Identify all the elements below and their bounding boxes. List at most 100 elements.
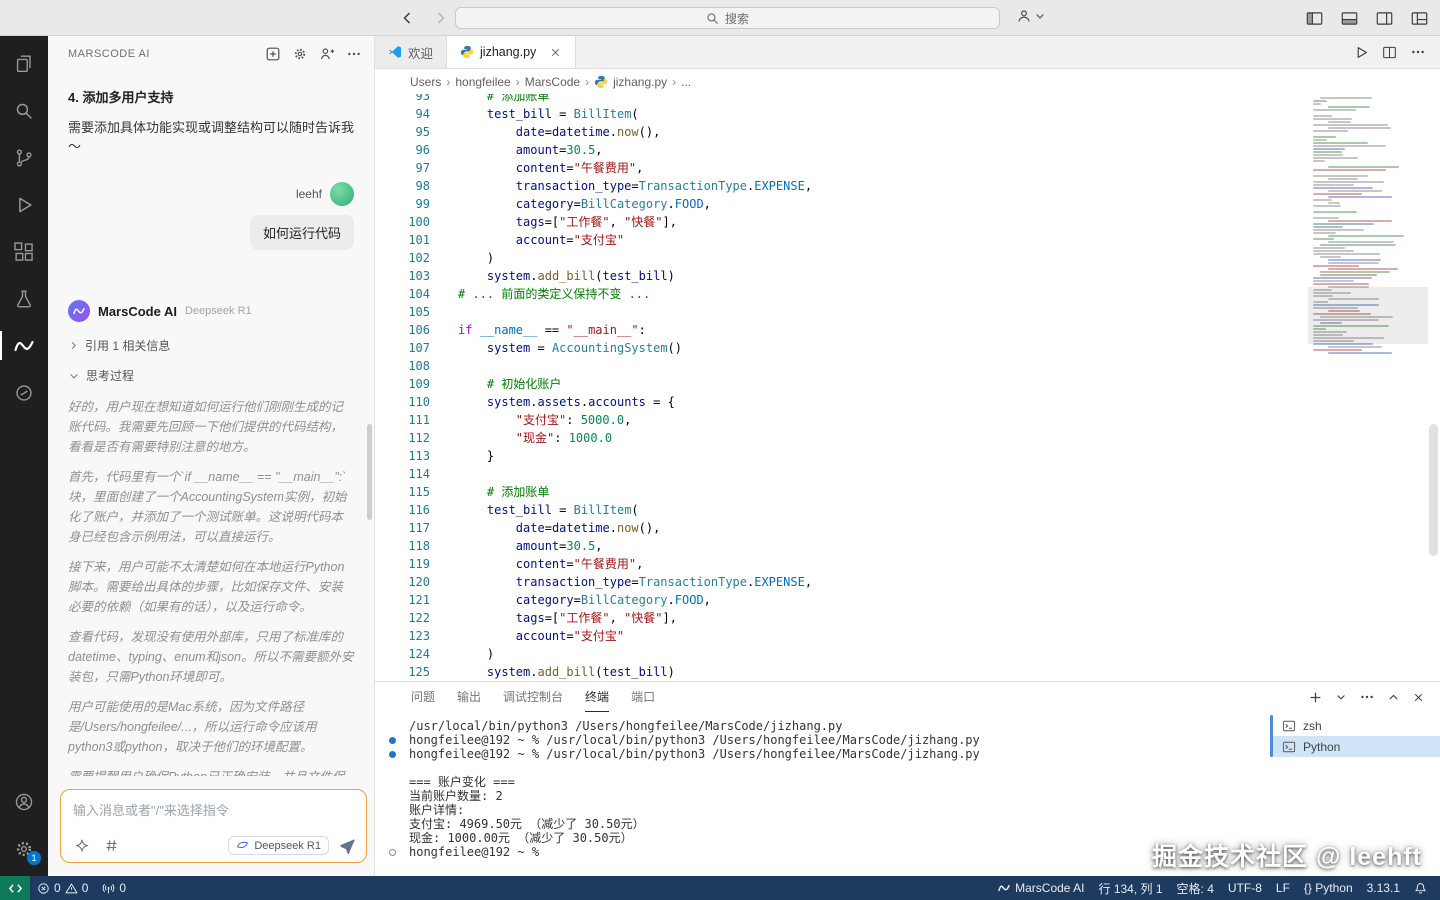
breadcrumb-item[interactable]: hongfeilee [455,75,510,89]
terminal-text: hongfeilee@192 ~ % [409,845,539,859]
tab-欢迎[interactable]: 欢迎 [375,36,447,68]
eol[interactable]: LF [1269,876,1297,900]
terminal-label: zsh [1303,719,1322,733]
activity-item-source-control[interactable] [0,134,48,181]
breadcrumb-item[interactable]: Users [410,75,441,89]
person-add-icon[interactable] [319,46,335,62]
line-number: 115 [375,483,430,501]
close-tab-icon[interactable] [549,46,562,59]
code-text: amount=30.5, [430,537,603,555]
code-line: 123 account="支付宝" [375,627,1308,645]
thinking-paragraph: 用户可能使用的是Mac系统，因为文件路径是/Users/hongfeilee/.… [68,697,354,757]
breadcrumb-item[interactable]: MarsCode [525,75,580,89]
chevron-down-icon[interactable] [1335,691,1347,703]
editor-scrollbar[interactable] [1429,424,1438,556]
code-line: 113 } [375,447,1308,465]
panel-tab-终端[interactable]: 终端 [585,682,609,712]
panel-tab-调试控制台[interactable]: 调试控制台 [503,682,563,712]
code-line: 116 test_bill = BillItem( [375,501,1308,519]
activity-item-marscode[interactable] [0,322,48,369]
cursor-position[interactable]: 行 134, 列 1 [1092,876,1170,900]
activity-item-explorer[interactable] [0,40,48,87]
terminal-text: hongfeilee@192 ~ % /usr/local/bin/python… [409,733,980,747]
panel-tab-输出[interactable]: 输出 [457,682,481,712]
customize-layout-button[interactable] [1406,6,1432,30]
split-editor-icon[interactable] [1382,45,1397,60]
sidebar-scrollbar[interactable] [367,424,372,520]
chat-input[interactable]: 输入消息或者"/"来选择指令 Deepseek R1 [60,789,367,863]
new-chat-icon[interactable] [265,46,281,62]
code-line: 94 test_bill = BillItem( [375,105,1308,123]
bottom-panel: 问题输出调试控制台终端端口 /usr/local/bin/python3 /Us… [375,681,1440,876]
code-text: ) [430,645,494,663]
python-interpreter[interactable]: 3.13.1 [1360,876,1407,900]
language-mode[interactable]: {} Python [1297,876,1360,900]
run-icon[interactable] [1354,45,1369,60]
thinking-toggle[interactable]: 思考过程 [68,367,354,384]
panel-body: /usr/local/bin/python3 /Users/hongfeilee… [375,712,1440,876]
activity-item-python-env[interactable] [0,369,48,416]
hash-icon[interactable] [104,838,119,853]
indentation[interactable]: 空格: 4 [1170,876,1221,900]
more-icon[interactable] [346,46,362,62]
activity-item-extensions[interactable] [0,228,48,275]
plus-icon[interactable] [1308,690,1323,705]
titlebar-extra[interactable] [1016,8,1046,24]
reference-toggle[interactable]: 引用 1 相关信息 [68,337,354,354]
model-selector[interactable]: Deepseek R1 [228,836,329,855]
breadcrumb-item[interactable]: ... [681,75,691,89]
nav-forward-button[interactable] [428,6,454,30]
line-number: 103 [375,267,430,285]
line-number: 109 [375,375,430,393]
eol-label: LF [1276,881,1290,895]
line-number: 120 [375,573,430,591]
terminal-list-item-zsh[interactable]: zsh [1270,715,1440,736]
toggle-panel-icon [1341,10,1358,27]
marscode-status[interactable]: MarsCode AI [990,876,1091,900]
problems-status[interactable]: 0 0 [30,876,95,900]
terminal-output[interactable]: /usr/local/bin/python3 /Users/hongfeilee… [375,712,1270,876]
send-icon[interactable] [338,837,356,855]
code-lines[interactable]: 93 # 添加账单94 test_bill = BillItem(95 date… [375,94,1308,681]
terminal-line [389,761,1270,775]
panel-tab-端口[interactable]: 端口 [631,682,655,712]
activity-item-settings[interactable]: 1 [0,825,48,872]
settings-small-icon[interactable] [292,46,308,62]
line-number: 98 [375,177,430,195]
code-editor[interactable]: 93 # 添加账单94 test_bill = BillItem(95 date… [375,94,1440,681]
activity-item-run-debug[interactable] [0,181,48,228]
toggle-panel-button[interactable] [1336,6,1362,30]
nav-back-button[interactable] [394,6,420,30]
code-line: 112 "现金": 1000.0 [375,429,1308,447]
user-row: leehf [68,182,354,206]
line-number: 108 [375,357,430,375]
terminal-text: 支付宝: 4969.50元 （减少了 30.50元） [409,817,645,831]
terminal-list-item-python[interactable]: Python [1270,736,1440,757]
sparkle-icon[interactable] [74,838,90,854]
minimap[interactable] [1310,94,1426,366]
terminal-list-scrollbar[interactable] [1270,715,1273,757]
more-icon[interactable] [1410,44,1426,60]
activity-item-account[interactable] [0,778,48,825]
activity-item-search[interactable] [0,87,48,134]
more-icon[interactable] [1359,689,1375,705]
profile-menu-icon[interactable] [1016,8,1032,24]
toggle-sidebar-button[interactable] [1301,6,1327,30]
minimap-viewport[interactable] [1308,287,1428,344]
chevron-up-icon[interactable] [1387,691,1400,704]
close-icon[interactable] [1412,691,1425,704]
encoding-label: UTF-8 [1228,881,1262,895]
marscode-icon [12,334,36,358]
ports-status[interactable]: 0 [95,876,133,900]
breadcrumb-item[interactable]: jizhang.py [613,75,667,89]
toggle-secondary-sidebar-button[interactable] [1371,6,1397,30]
terminal-line: 现金: 1000.00元 （减少了 30.50元） [389,831,1270,845]
remote-indicator[interactable] [0,876,30,900]
encoding[interactable]: UTF-8 [1221,876,1269,900]
panel-tab-问题[interactable]: 问题 [411,682,435,712]
search-box[interactable]: 搜索 [455,7,1000,29]
notifications[interactable] [1407,876,1434,900]
activity-item-testing[interactable] [0,275,48,322]
tab-jizhang.py[interactable]: jizhang.py [447,36,576,68]
assistant-row: MarsCode AI Deepseek R1 [68,300,354,322]
